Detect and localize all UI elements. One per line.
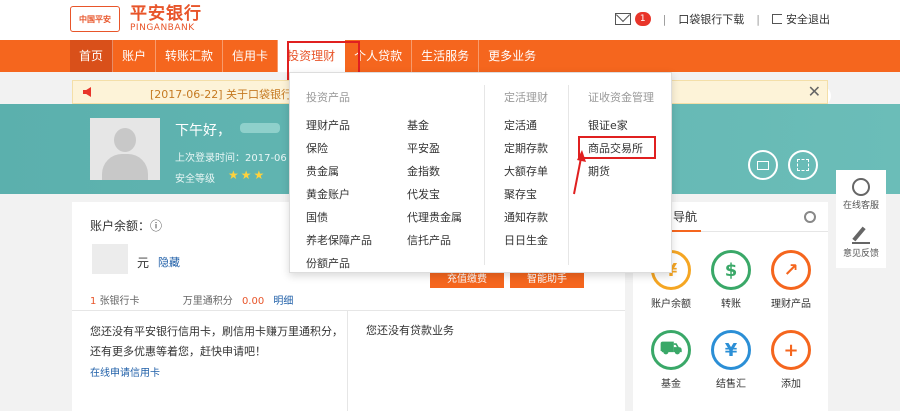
shortcut-wealth[interactable]: ↗ 理财产品 (763, 250, 819, 310)
security-stars: ★★★ (228, 168, 267, 182)
menu-item-dinghuotong[interactable]: 定活通 (504, 117, 537, 133)
menu-item-gold-account[interactable]: 黄金账户 (306, 186, 350, 202)
online-service[interactable]: 在线客服 (836, 178, 886, 211)
transfer-icon: $ (711, 250, 751, 290)
notice-text[interactable]: [2017-06-22] 关于口袋银行APP (150, 86, 290, 102)
assistant-button[interactable]: 智能助手 (510, 272, 584, 288)
shortcut-fund[interactable]: ⛟ 基金 (643, 330, 699, 390)
nav-transfer[interactable]: 转账汇款 (156, 40, 224, 72)
shortcut-fx[interactable]: ¥ 结售汇 (703, 330, 759, 390)
balance-label: 账户余额：ⓘ (90, 219, 163, 233)
loan-status-text: 您还没有贷款业务 (366, 324, 454, 337)
card-icon (757, 161, 769, 170)
menu-item-gold-index[interactable]: 金指数 (407, 163, 440, 179)
menu-item-share[interactable]: 份额产品 (306, 255, 350, 271)
security-label: 安全等级 (175, 174, 215, 185)
user-name-redacted (240, 123, 280, 133)
chart-icon: ↗ (771, 250, 811, 290)
menu-item-fund[interactable]: 基金 (407, 117, 429, 133)
menu-item-agent-metal[interactable]: 代理贵金属 (407, 209, 462, 225)
menu-item-pension[interactable]: 养老保障产品 (306, 232, 372, 248)
plus-icon: + (771, 330, 811, 370)
recharge-button[interactable]: 充值缴费 (430, 272, 504, 288)
investment-dropdown: 投资产品 理财产品 保险 贵金属 黄金账户 国债 养老保障产品 份额产品 基金 … (289, 72, 672, 273)
shortcut-label: 理财产品 (771, 299, 811, 310)
card-info-row: 1 张银行卡 万里通积分 0.00 明细 (90, 292, 293, 307)
mail-icon[interactable] (614, 13, 631, 25)
close-icon[interactable]: ✕ (808, 82, 821, 101)
menu-item-wealth[interactable]: 理财产品 (306, 117, 350, 133)
points-value: 0.00 (241, 296, 265, 307)
download-link[interactable]: 口袋银行下载 (678, 11, 744, 27)
dropdown-header-products: 投资产品 (306, 91, 350, 104)
dropdown-header-funds-mgmt: 证收资金管理 (588, 91, 654, 104)
commodity-exchange-annotation (578, 136, 656, 159)
hide-balance-link[interactable]: 隐藏 (158, 254, 180, 270)
menu-item-insurance[interactable]: 保险 (306, 140, 328, 156)
nav-home[interactable]: 首页 (70, 40, 114, 72)
pencil-icon (852, 226, 870, 244)
online-service-label: 在线客服 (842, 201, 879, 211)
feedback-label: 意见反馈 (842, 249, 879, 259)
balance-value-redacted (92, 244, 128, 274)
nav-life-service[interactable]: 生活服务 (412, 40, 480, 72)
menu-item-jucunbao[interactable]: 聚存宝 (504, 186, 537, 202)
card-button[interactable] (748, 150, 778, 180)
menu-item-daifabao[interactable]: 代发宝 (407, 186, 440, 202)
logout-link[interactable]: 安全退出 (786, 11, 830, 27)
shortcut-add[interactable]: + 添加 (763, 330, 819, 390)
shortcut-transfer[interactable]: $ 转账 (703, 250, 759, 310)
menu-item-notice-deposit[interactable]: 通知存款 (504, 209, 548, 225)
exit-icon (772, 14, 782, 24)
bank-logo[interactable]: 中国平安 平安银行 PINGANBANK (70, 5, 202, 33)
headset-icon (852, 178, 870, 196)
side-float-panel: 在线客服 意见反馈 (836, 170, 886, 268)
speaker-icon (83, 87, 91, 97)
points-detail-link[interactable]: 明细 (273, 296, 293, 307)
greeting: 下午好， (175, 123, 231, 139)
top-header: 中国平安 平安银行 PINGANBANK 1 | 口袋银行下载 | 安全退出 (0, 0, 900, 40)
menu-item-fixed-deposit[interactable]: 定期存款 (504, 140, 548, 156)
dropdown-header-fixed: 定活理财 (504, 91, 548, 104)
menu-item-pinganying[interactable]: 平安盈 (407, 140, 440, 156)
balance-unit: 元 (137, 256, 150, 270)
menu-item-yinzheng[interactable]: 银证e家 (588, 117, 628, 133)
logo-title: 平安银行 (130, 4, 202, 24)
menu-item-bond[interactable]: 国债 (306, 209, 328, 225)
shortcut-label: 基金 (661, 379, 681, 390)
menu-item-futures[interactable]: 期货 (588, 163, 610, 179)
qr-code-icon (797, 159, 809, 171)
menu-item-ririshengjin[interactable]: 日日生金 (504, 232, 548, 248)
credit-promo-text: 您还没有平安银行信用卡，刷信用卡赚万里通积分，还有更多优惠等着您，赶快申请吧！ (90, 325, 343, 358)
menu-item-trust[interactable]: 信托产品 (407, 232, 451, 248)
last-login: 上次登录时间：2017-06 (175, 153, 287, 164)
nav-account[interactable]: 账户 (113, 40, 157, 72)
points-label: 万里通积分 (182, 296, 233, 307)
currency-icon: ¥ (711, 330, 751, 370)
annotation-arrow-icon (573, 150, 586, 195)
shortcut-label: 转账 (721, 299, 741, 310)
shortcut-label: 结售汇 (716, 379, 746, 390)
qr-button[interactable] (788, 150, 818, 180)
menu-item-large-cd[interactable]: 大额存单 (504, 163, 548, 179)
apply-credit-card-link[interactable]: 在线申请信用卡 (90, 364, 160, 379)
logo-subtitle: PINGANBANK (130, 23, 195, 33)
nav-more[interactable]: 更多业务 (479, 40, 545, 72)
shortcut-label: 账户余额 (651, 299, 691, 310)
wrench-icon[interactable] (804, 211, 816, 223)
logo-badge: 中国平安 (70, 6, 120, 32)
cards-label[interactable]: 张银行卡 (100, 296, 140, 307)
cart-icon: ⛟ (651, 330, 691, 370)
menu-item-precious-metal[interactable]: 贵金属 (306, 163, 339, 179)
shortcut-label: 添加 (781, 379, 801, 390)
avatar[interactable] (90, 118, 160, 180)
main-nav: 首页 账户 转账汇款 信用卡 投资理财 个人贷款 生活服务 更多业务 (0, 40, 900, 106)
cards-count: 1 (90, 296, 97, 307)
nav-credit-card[interactable]: 信用卡 (223, 40, 279, 72)
feedback[interactable]: 意见反馈 (836, 226, 886, 259)
tab-navigation[interactable]: 导航 (669, 202, 702, 232)
mail-count-badge: 1 (634, 12, 651, 26)
